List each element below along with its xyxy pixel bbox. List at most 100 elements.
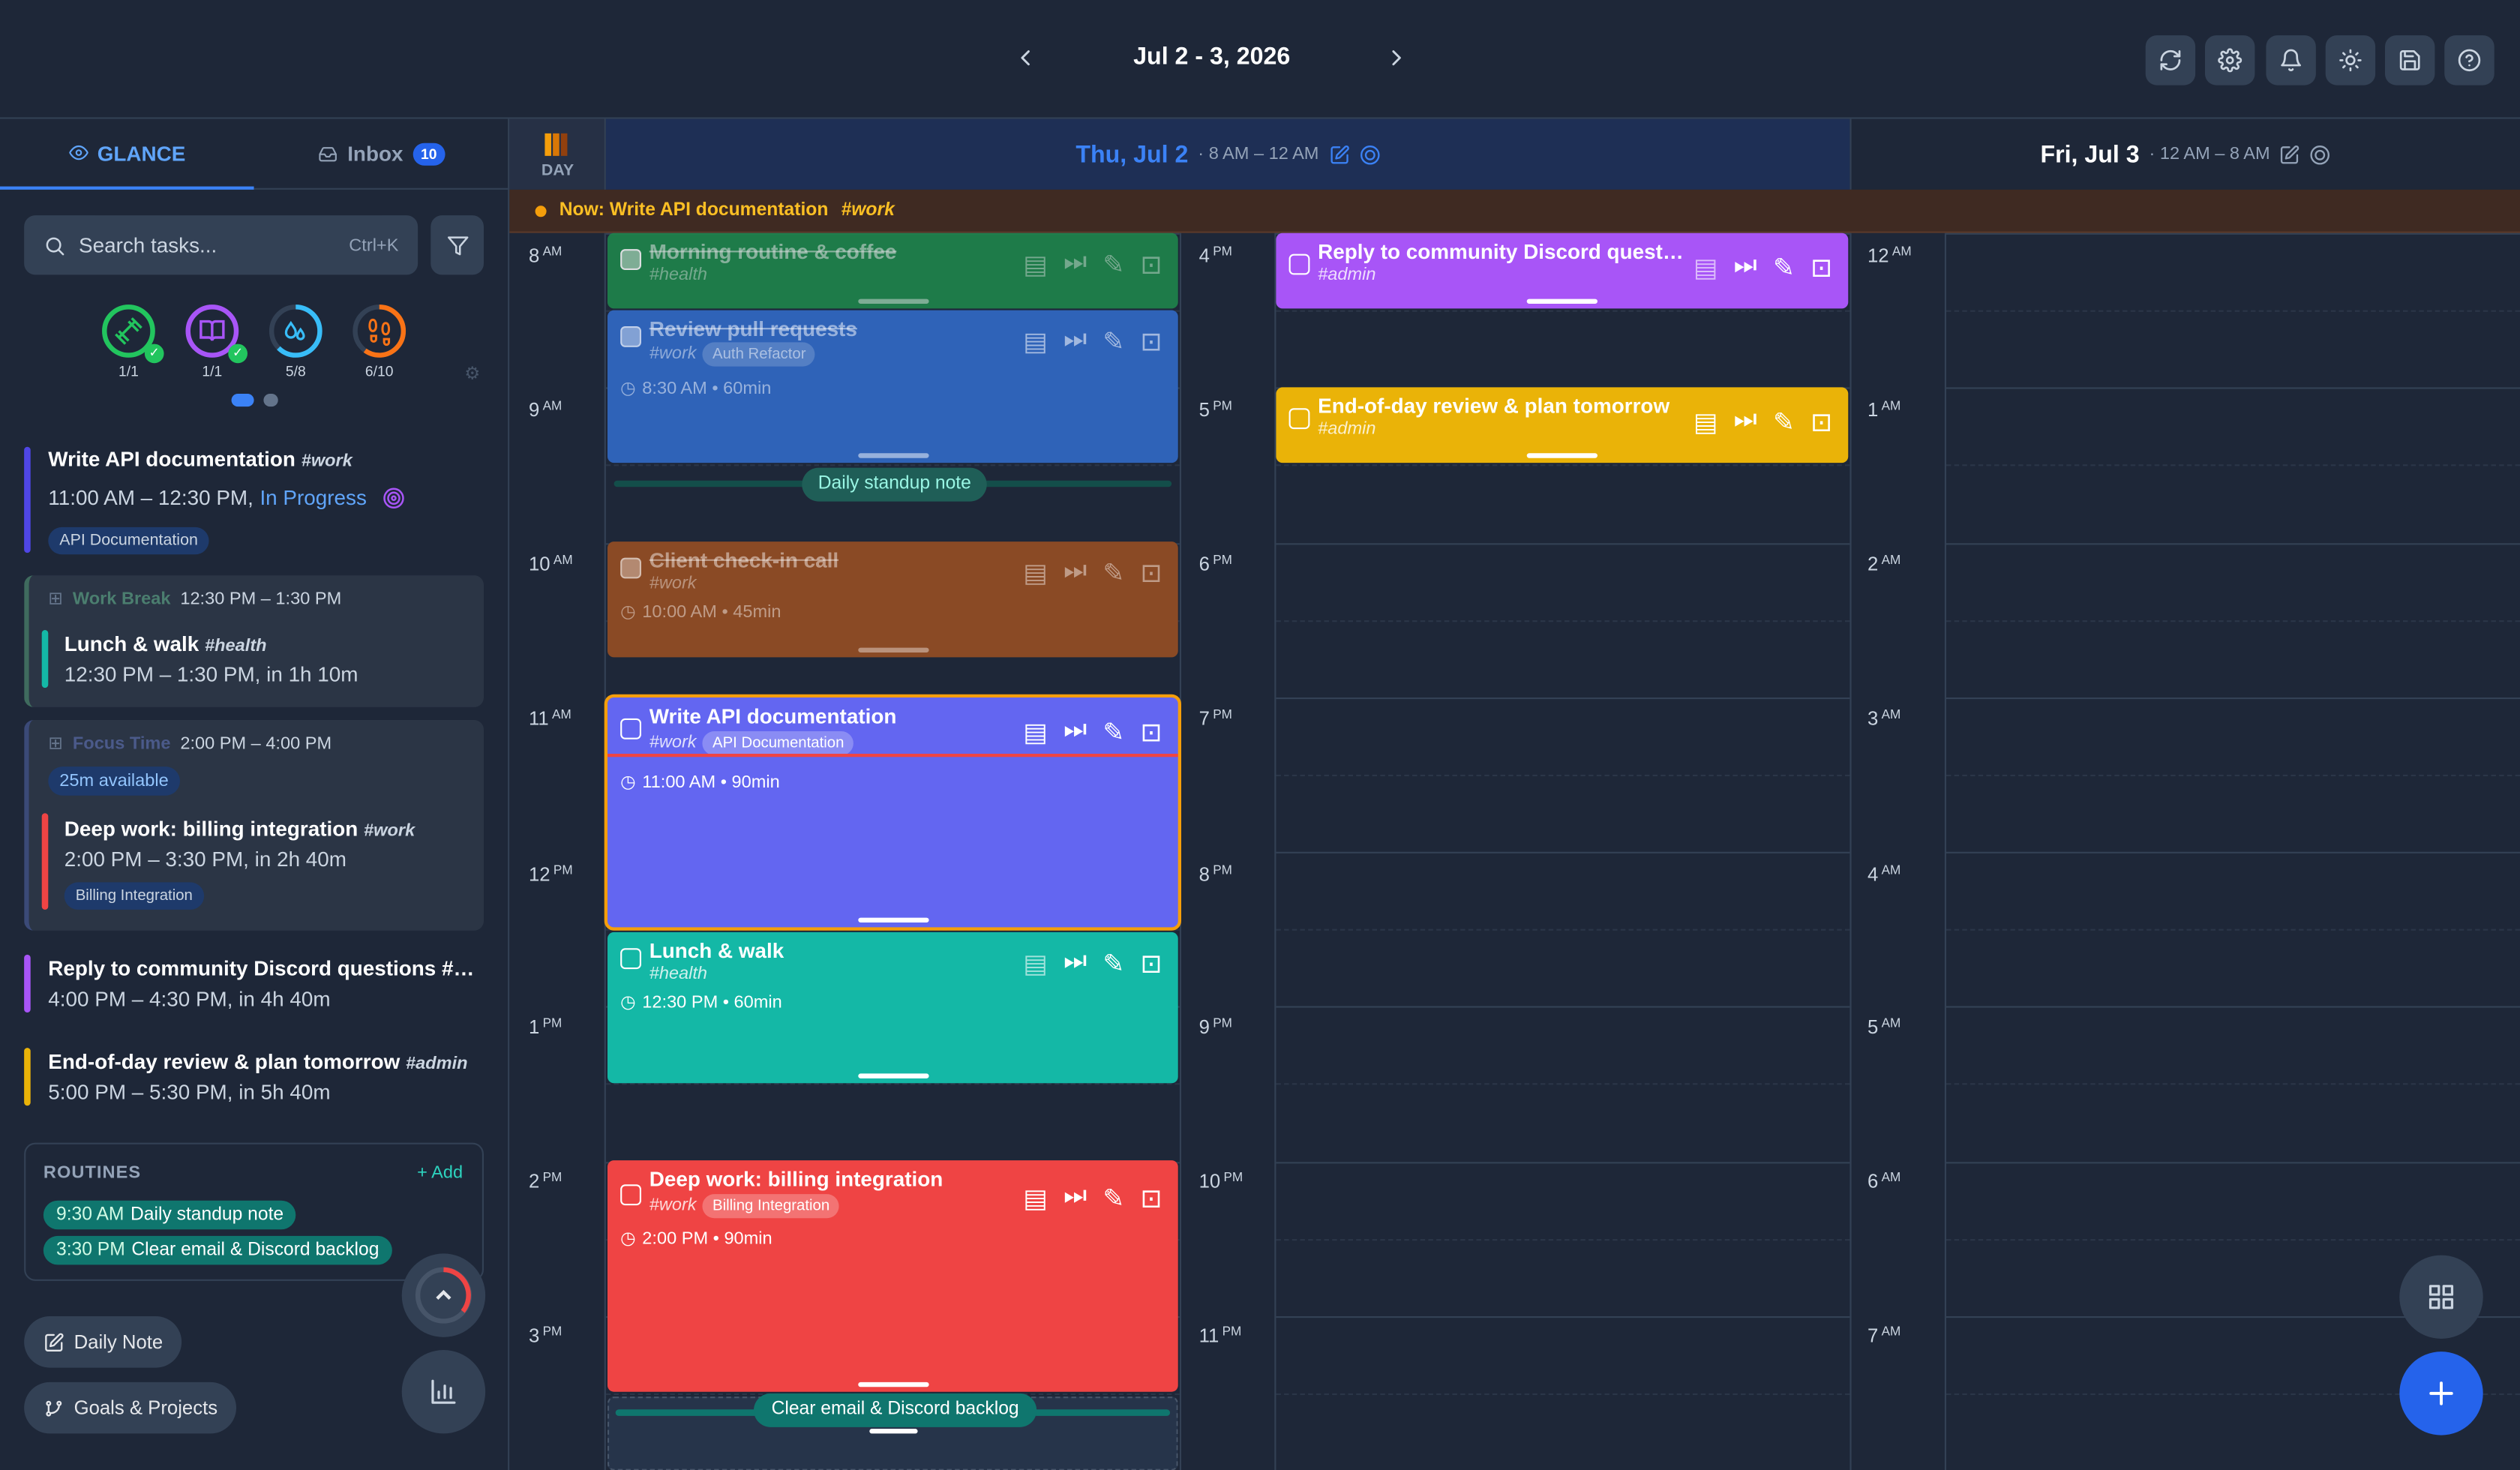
add-routine-button[interactable]: + Add <box>417 1163 463 1183</box>
glance-current-task[interactable]: Write API documentation #work 11:00 AM –… <box>24 446 490 555</box>
settings-button[interactable] <box>2205 35 2255 86</box>
search-input[interactable]: Search tasks... <box>79 233 336 257</box>
edit-icon[interactable]: ✎ <box>1102 948 1124 980</box>
help-button[interactable] <box>2444 35 2494 86</box>
resize-handle[interactable] <box>857 1073 928 1078</box>
event-checkbox[interactable] <box>620 948 641 970</box>
add-task-button[interactable] <box>2399 1352 2483 1436</box>
goals-projects-button[interactable]: Goals & Projects <box>24 1382 237 1434</box>
event-checkbox[interactable] <box>620 718 641 740</box>
inbox-icon[interactable]: ⊡ <box>1810 406 1832 439</box>
note-icon[interactable]: ▤ <box>1694 406 1718 439</box>
stats-button[interactable] <box>401 1350 486 1434</box>
event-eod-review[interactable]: End-of-day review & plan tomorrow #admin… <box>1276 387 1849 464</box>
scroll-progress-button[interactable] <box>401 1253 486 1337</box>
event-checkbox[interactable] <box>620 1184 641 1206</box>
event-discord-reply[interactable]: Reply to community Discord quest… #admin… <box>1276 232 1849 309</box>
event-checkbox[interactable] <box>1288 254 1310 275</box>
routine-chip[interactable]: 9:30 AM Daily standup note <box>43 1200 297 1230</box>
target-icon[interactable] <box>1359 144 1380 165</box>
routine-chip[interactable]: 3:30 PM Clear email & Discord backlog <box>43 1235 392 1265</box>
search-box[interactable]: Search tasks... Ctrl+K <box>24 215 418 275</box>
glance-task-discord[interactable]: Reply to community Discord questions #… … <box>24 954 490 1012</box>
inbox-icon[interactable]: ⊡ <box>1141 249 1162 281</box>
inbox-icon[interactable]: ⊡ <box>1141 558 1162 590</box>
target-icon[interactable] <box>382 486 405 508</box>
note-icon[interactable]: ▤ <box>1694 252 1718 284</box>
note-icon[interactable]: ▤ <box>1023 249 1047 281</box>
event-checkbox[interactable] <box>620 557 641 579</box>
day-header-fri[interactable]: Fri, Jul 3 · 12 AM – 8 AM <box>1850 118 2520 190</box>
note-icon[interactable]: ▤ <box>1023 326 1047 358</box>
tab-glance[interactable]: GLANCE <box>0 119 254 190</box>
resize-handle[interactable] <box>1526 298 1598 304</box>
tab-inbox[interactable]: Inbox 10 <box>254 119 510 190</box>
daily-note-button[interactable]: Daily Note <box>24 1316 182 1368</box>
gear-icon[interactable]: ⚙ <box>464 363 480 384</box>
time-grid[interactable]: 8 AM 9 AM 10 AM 11 AM 12 PM 1 PM 2 PM 3 PM 4 PM 5… <box>509 232 2520 1470</box>
resize-handle[interactable] <box>869 1429 918 1434</box>
edit-icon[interactable]: ✎ <box>1773 406 1795 439</box>
resize-handle[interactable] <box>857 647 928 652</box>
skip-icon[interactable]: ⏭ <box>1064 948 1087 980</box>
edit-icon[interactable]: ✎ <box>1773 252 1795 284</box>
event-write-api-docs[interactable]: Write API documentation #work API Documen… <box>604 694 1181 931</box>
day-header-thu[interactable]: Thu, Jul 2 · 8 AM – 12 AM <box>605 118 1850 190</box>
event-review-prs[interactable]: Review pull requests #work Auth Refactor … <box>608 310 1178 464</box>
routine-marker-email[interactable]: Clear email & Discord backlog <box>753 1393 1037 1427</box>
inbox-icon[interactable]: ⊡ <box>1141 717 1162 749</box>
next-day-button[interactable] <box>1384 45 1409 70</box>
note-icon[interactable]: ▤ <box>1023 1183 1047 1215</box>
edit-icon[interactable]: ✎ <box>1102 1183 1124 1215</box>
inbox-icon[interactable]: ⊡ <box>1141 1183 1162 1215</box>
event-checkbox[interactable] <box>620 249 641 270</box>
event-lunch-walk[interactable]: Lunch & walk #health ◷ 12:30 PM • 60min ▤… <box>608 932 1178 1084</box>
event-deep-work[interactable]: Deep work: billing integration #work Bill… <box>608 1160 1178 1392</box>
refresh-button[interactable] <box>2145 35 2196 86</box>
habit-ring[interactable]: 6/10 <box>350 302 408 380</box>
resize-handle[interactable] <box>857 917 928 922</box>
note-icon[interactable]: ▤ <box>1023 717 1047 749</box>
notifications-button[interactable] <box>2266 35 2316 86</box>
edit-icon[interactable]: ✎ <box>1102 326 1124 358</box>
target-icon[interactable] <box>2310 144 2331 165</box>
filter-button[interactable] <box>430 215 484 275</box>
inbox-icon[interactable]: ⊡ <box>1810 252 1832 284</box>
carousel-dot[interactable] <box>263 394 278 407</box>
resize-handle[interactable] <box>857 453 928 458</box>
resize-handle[interactable] <box>857 298 928 304</box>
focus-time-card[interactable]: ⊞ Focus Time 2:00 PM – 4:00 PM 25m avail… <box>24 720 484 931</box>
habit-ring[interactable]: 5/8 <box>267 302 325 380</box>
edit-icon[interactable]: ✎ <box>1102 558 1124 590</box>
event-checkbox[interactable] <box>1288 408 1310 430</box>
glance-task-review[interactable]: End-of-day review & plan tomorrow #admin… <box>24 1048 490 1106</box>
work-break-card[interactable]: ⊞ Work Break 12:30 PM – 1:30 PM Lunch & … <box>24 575 484 707</box>
skip-icon[interactable]: ⏭ <box>1064 717 1087 749</box>
theme-toggle-button[interactable] <box>2325 35 2376 86</box>
skip-icon[interactable]: ⏭ <box>1734 406 1757 439</box>
event-morning-routine[interactable]: Morning routine & coffee #health ▤ ⏭ ✎ ⊡ <box>608 232 1178 309</box>
event-client-call[interactable]: Client check-in call #work ◷ 10:00 AM • 4… <box>608 542 1178 658</box>
skip-icon[interactable]: ⏭ <box>1064 1183 1087 1215</box>
skip-icon[interactable]: ⏭ <box>1064 249 1087 281</box>
grid-view-button[interactable] <box>2399 1255 2483 1339</box>
note-edit-icon[interactable] <box>1328 144 1349 165</box>
resize-handle[interactable] <box>1526 453 1598 458</box>
now-banner[interactable]: Now: Write API documentation #work <box>509 189 2520 233</box>
skip-icon[interactable]: ⏭ <box>1064 326 1087 358</box>
edit-icon[interactable]: ✎ <box>1102 249 1124 281</box>
resize-handle[interactable] <box>857 1382 928 1388</box>
carousel-dot-active[interactable] <box>231 394 254 407</box>
routine-marker-standup[interactable]: Daily standup note <box>802 467 988 502</box>
note-icon[interactable]: ▤ <box>1023 558 1047 590</box>
view-switcher[interactable]: DAY <box>509 118 606 190</box>
event-checkbox[interactable] <box>620 326 641 347</box>
habit-ring[interactable]: ✓ 1/1 <box>100 302 164 380</box>
note-edit-icon[interactable] <box>2280 144 2301 165</box>
edit-icon[interactable]: ✎ <box>1102 717 1124 749</box>
inbox-icon[interactable]: ⊡ <box>1141 948 1162 980</box>
prev-day-button[interactable] <box>1012 45 1038 70</box>
note-icon[interactable]: ▤ <box>1023 948 1047 980</box>
inbox-icon[interactable]: ⊡ <box>1141 326 1162 358</box>
skip-icon[interactable]: ⏭ <box>1064 558 1087 590</box>
